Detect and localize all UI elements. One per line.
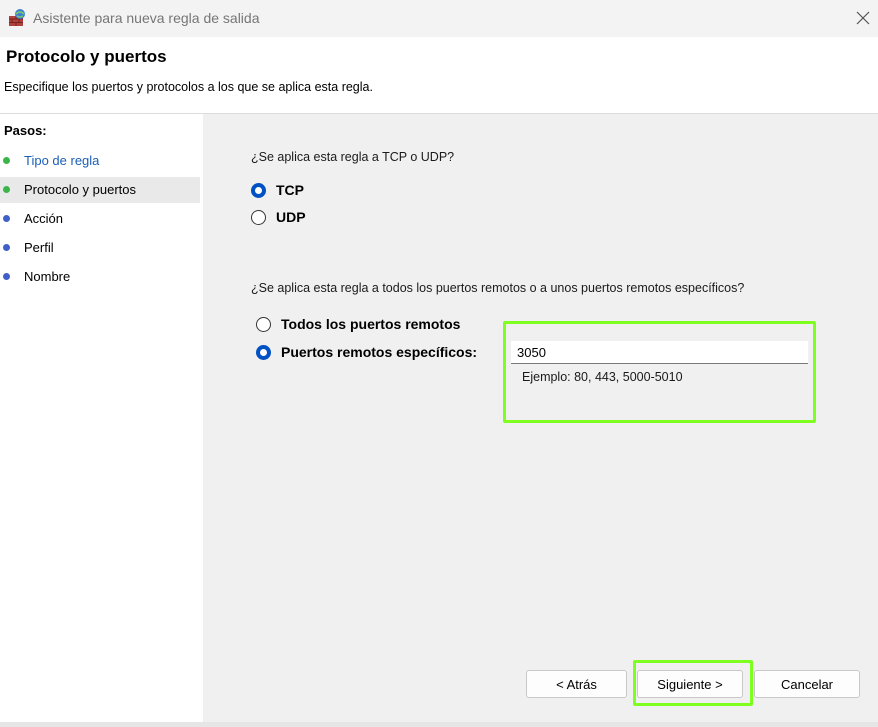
- step-pending-icon: [3, 273, 10, 280]
- step-accion[interactable]: Acción: [0, 206, 200, 232]
- step-protocolo-y-puertos[interactable]: Protocolo y puertos: [0, 177, 200, 203]
- ports-question: ¿Se aplica esta regla a todos los puerto…: [251, 281, 745, 295]
- radio-specific-ports-label[interactable]: Puertos remotos específicos:: [281, 344, 477, 360]
- wizard-header: Protocolo y puertos Especifique los puer…: [0, 37, 878, 114]
- page-description: Especifique los puertos y protocolos a l…: [4, 80, 373, 94]
- radio-udp-indicator[interactable]: [251, 210, 266, 225]
- radio-all-ports[interactable]: Todos los puertos remotos: [256, 315, 496, 335]
- step-label: Acción: [24, 211, 64, 226]
- remote-ports-input[interactable]: [511, 341, 808, 364]
- page-title: Protocolo y puertos: [6, 47, 167, 66]
- firewall-icon: [9, 9, 25, 26]
- step-pending-icon: [3, 244, 10, 251]
- next-button[interactable]: Siguiente >: [637, 670, 743, 698]
- step-complete-icon: [3, 157, 10, 164]
- radio-tcp-indicator[interactable]: [251, 183, 266, 198]
- cancel-button[interactable]: Cancelar: [754, 670, 860, 698]
- step-complete-icon: [3, 186, 10, 193]
- radio-specific-ports[interactable]: Puertos remotos específicos:: [256, 343, 496, 363]
- protocol-question: ¿Se aplica esta regla a TCP o UDP?: [251, 150, 455, 164]
- step-nombre[interactable]: Nombre: [0, 264, 200, 290]
- ports-example-text: Ejemplo: 80, 443, 5000-5010: [522, 370, 683, 384]
- radio-udp-label[interactable]: UDP: [276, 209, 306, 225]
- radio-specific-ports-indicator[interactable]: [256, 345, 271, 360]
- back-button[interactable]: < Atrás: [526, 670, 627, 698]
- steps-heading: Pasos:: [4, 123, 47, 138]
- close-icon[interactable]: [854, 9, 872, 27]
- radio-udp[interactable]: UDP: [251, 208, 371, 228]
- radio-tcp[interactable]: TCP: [251, 181, 371, 201]
- step-label: Protocolo y puertos: [24, 182, 137, 197]
- radio-tcp-label[interactable]: TCP: [276, 182, 304, 198]
- window-title: Asistente para nueva regla de salida: [33, 10, 260, 26]
- step-perfil[interactable]: Perfil: [0, 235, 200, 261]
- radio-all-ports-label[interactable]: Todos los puertos remotos: [281, 316, 460, 332]
- window-bottom-edge: [0, 722, 878, 727]
- radio-all-ports-indicator[interactable]: [256, 317, 271, 332]
- title-bar: Asistente para nueva regla de salida: [0, 0, 878, 37]
- step-tipo-de-regla[interactable]: Tipo de regla: [0, 148, 200, 174]
- step-pending-icon: [3, 215, 10, 222]
- step-label: Perfil: [24, 240, 54, 255]
- step-label: Nombre: [24, 269, 71, 284]
- step-label: Tipo de regla: [24, 153, 100, 168]
- wizard-content: ¿Se aplica esta regla a TCP o UDP? TCP U…: [205, 114, 878, 727]
- steps-sidebar: Pasos: Tipo de regla Protocolo y puertos…: [0, 114, 203, 727]
